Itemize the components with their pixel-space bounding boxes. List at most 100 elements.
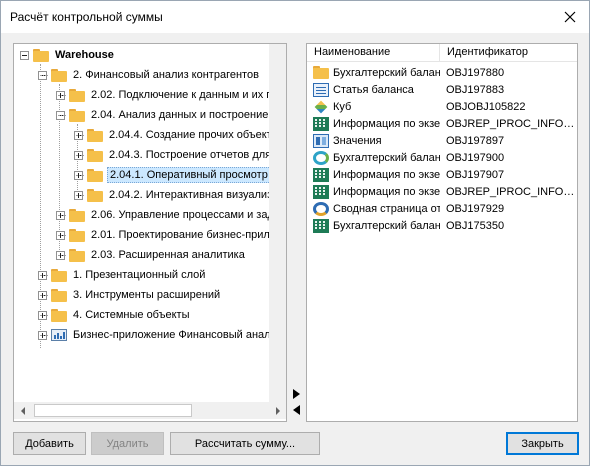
tree-node[interactable]: 2. Финансовый анализ контрагентов bbox=[38, 66, 261, 84]
list-item-id: OBJ197897 bbox=[446, 134, 505, 147]
column-header-name[interactable]: Наименование bbox=[307, 44, 440, 62]
tree-line bbox=[76, 155, 84, 156]
checksum-dialog: Расчёт контрольной суммы Warehouse 2. Фин… bbox=[0, 0, 590, 466]
window-title: Расчёт контрольной суммы bbox=[10, 10, 163, 24]
tree-node[interactable]: 4. Системные объекты bbox=[38, 306, 192, 324]
table-report-icon bbox=[313, 218, 329, 233]
collapse-icon[interactable] bbox=[20, 50, 29, 60]
tree-node-label: 3. Инструменты расширений bbox=[73, 289, 221, 301]
table-report-icon bbox=[313, 116, 329, 131]
calculate-sum-button[interactable]: Рассчитать сумму... bbox=[170, 432, 320, 455]
folder-icon bbox=[51, 308, 67, 322]
list-item[interactable]: Бухгалтерский баланс OBJ175350 bbox=[307, 217, 577, 234]
list-item-id: OBJ197880 bbox=[446, 66, 505, 79]
folder-icon bbox=[87, 148, 103, 162]
add-button[interactable]: Добавить bbox=[13, 432, 86, 455]
tree-horizontal-scrollbar[interactable] bbox=[14, 402, 286, 419]
list-item-id: OBJ197883 bbox=[446, 83, 505, 96]
tree-line bbox=[58, 235, 66, 236]
dictionary-icon bbox=[313, 82, 329, 97]
tree-line bbox=[58, 255, 66, 256]
list-item-name-cell: Сводная страница отчета bbox=[307, 201, 440, 216]
move-right-icon[interactable] bbox=[293, 389, 300, 402]
folder-icon bbox=[51, 268, 67, 282]
folder-icon bbox=[51, 68, 67, 82]
pivot-icon bbox=[313, 201, 329, 216]
close-icon[interactable] bbox=[559, 6, 581, 28]
column-header-id[interactable]: Идентификатор bbox=[440, 44, 577, 62]
tree-node[interactable]: Warehouse bbox=[20, 46, 116, 64]
panel-splitter[interactable] bbox=[289, 43, 303, 422]
tree-line bbox=[76, 195, 84, 196]
close-button[interactable]: Закрыть bbox=[506, 432, 579, 455]
tree-node[interactable]: 2.04.4. Создание прочих объектов bbox=[74, 126, 286, 144]
tree-line bbox=[76, 175, 84, 176]
list-header: Наименование Идентификатор bbox=[307, 44, 577, 62]
list-item-id: OBJ197907 bbox=[446, 168, 505, 181]
folder-icon bbox=[87, 128, 103, 142]
tree-vertical-scrollbar[interactable] bbox=[269, 44, 286, 402]
list-item[interactable]: Статья баланса OBJ197883 bbox=[307, 81, 577, 98]
move-left-icon[interactable] bbox=[293, 405, 300, 418]
list-item[interactable]: Бухгалтерский баланс OBJ197880 bbox=[307, 64, 577, 81]
list-item-name-cell: Информация по экземплярам bbox=[307, 184, 440, 199]
list-item[interactable]: Сводная страница отчета OBJ197929 bbox=[307, 200, 577, 217]
list-item[interactable]: Куб OBJOBJ105822 bbox=[307, 98, 577, 115]
list-item-name: Информация по экземплярам bbox=[333, 168, 440, 181]
list-item-name: Значения bbox=[333, 134, 382, 147]
tree-node[interactable]: Бизнес-приложение Финансовый анализ bbox=[38, 326, 284, 344]
list-item-name-cell: Значения bbox=[307, 133, 440, 148]
folder-icon bbox=[69, 248, 85, 262]
tree-node-label: 1. Презентационный слой bbox=[73, 269, 206, 281]
tree-node-label: Warehouse bbox=[55, 49, 114, 61]
scroll-thumb[interactable] bbox=[34, 404, 192, 417]
tree-node[interactable]: 1. Презентационный слой bbox=[38, 266, 207, 284]
tree-node[interactable]: 2.02. Подключение к данным и их подготов… bbox=[56, 86, 286, 104]
tree-node[interactable]: 2.01. Проектирование бизнес-приложений bbox=[56, 226, 287, 244]
table-report-icon bbox=[313, 167, 329, 182]
folder-icon bbox=[313, 66, 329, 79]
list-item[interactable]: Бухгалтерский баланс OBJ197900 bbox=[307, 149, 577, 166]
repository-tree[interactable]: Warehouse 2. Финансовый анализ контрагент… bbox=[13, 43, 287, 422]
tree-node[interactable]: 2.04.1. Оперативный просмотр и анализ bbox=[74, 166, 286, 184]
selected-objects-list[interactable]: Наименование Идентификатор Бухгалтерский… bbox=[306, 43, 578, 422]
tree-node-label: 2.03. Расширенная аналитика bbox=[91, 249, 245, 261]
tree-node[interactable]: 2.04.2. Интерактивная визуализация bbox=[74, 186, 287, 204]
scroll-left-icon[interactable] bbox=[14, 402, 31, 419]
list-item[interactable]: Значения OBJ197897 bbox=[307, 132, 577, 149]
list-item[interactable]: Информация по экземплярам OBJREP_IPROC_IN… bbox=[307, 183, 577, 200]
tree-node-label: 2.06. Управление процессами и задачами bbox=[91, 209, 287, 221]
tree-line bbox=[76, 135, 84, 136]
title-bar: Расчёт контрольной суммы bbox=[1, 1, 589, 33]
tree-node-label: 2.04.3. Построение отчетов для анализа bbox=[109, 149, 286, 161]
tree-node-label: 2.04.2. Интерактивная визуализация bbox=[109, 189, 287, 201]
tree-node[interactable]: 2.06. Управление процессами и задачами bbox=[56, 206, 287, 224]
delete-button[interactable]: Удалить bbox=[91, 432, 164, 455]
tree-node[interactable]: 2.04. Анализ данных и построение отчетов bbox=[56, 106, 286, 124]
cube-icon bbox=[313, 100, 329, 114]
tree-line bbox=[40, 315, 48, 316]
folder-icon bbox=[69, 228, 85, 242]
list-item-id: OBJREP_IPROC_INFO_OBJ bbox=[446, 117, 577, 130]
scroll-right-icon[interactable] bbox=[269, 402, 286, 419]
list-item-name: Сводная страница отчета bbox=[333, 202, 440, 215]
tree-node-label: 2.01. Проектирование бизнес-приложений bbox=[91, 229, 287, 241]
list-item-name-cell: Статья баланса bbox=[307, 82, 440, 97]
tree-node[interactable]: 3. Инструменты расширений bbox=[38, 286, 222, 304]
tree-line bbox=[40, 295, 48, 296]
tree-node[interactable]: 2.03. Расширенная аналитика bbox=[56, 246, 247, 264]
list-item[interactable]: Информация по экземплярам OBJREP_IPROC_IN… bbox=[307, 115, 577, 132]
tree-line bbox=[58, 215, 66, 216]
tree-line bbox=[40, 75, 48, 76]
list-item[interactable]: Информация по экземплярам OBJ197907 bbox=[307, 166, 577, 183]
tree-line bbox=[58, 115, 66, 116]
table-report-icon bbox=[313, 184, 329, 199]
tree-line bbox=[58, 95, 66, 96]
list-item-id: OBJ197900 bbox=[446, 151, 505, 164]
list-item-name-cell: Информация по экземплярам bbox=[307, 167, 440, 182]
list-item-id: OBJOBJ105822 bbox=[446, 100, 526, 113]
tree-node[interactable]: 2.04.3. Построение отчетов для анализа bbox=[74, 146, 286, 164]
folder-icon bbox=[33, 48, 49, 62]
list-item-name: Бухгалтерский баланс bbox=[333, 66, 440, 79]
folder-icon bbox=[87, 168, 103, 182]
